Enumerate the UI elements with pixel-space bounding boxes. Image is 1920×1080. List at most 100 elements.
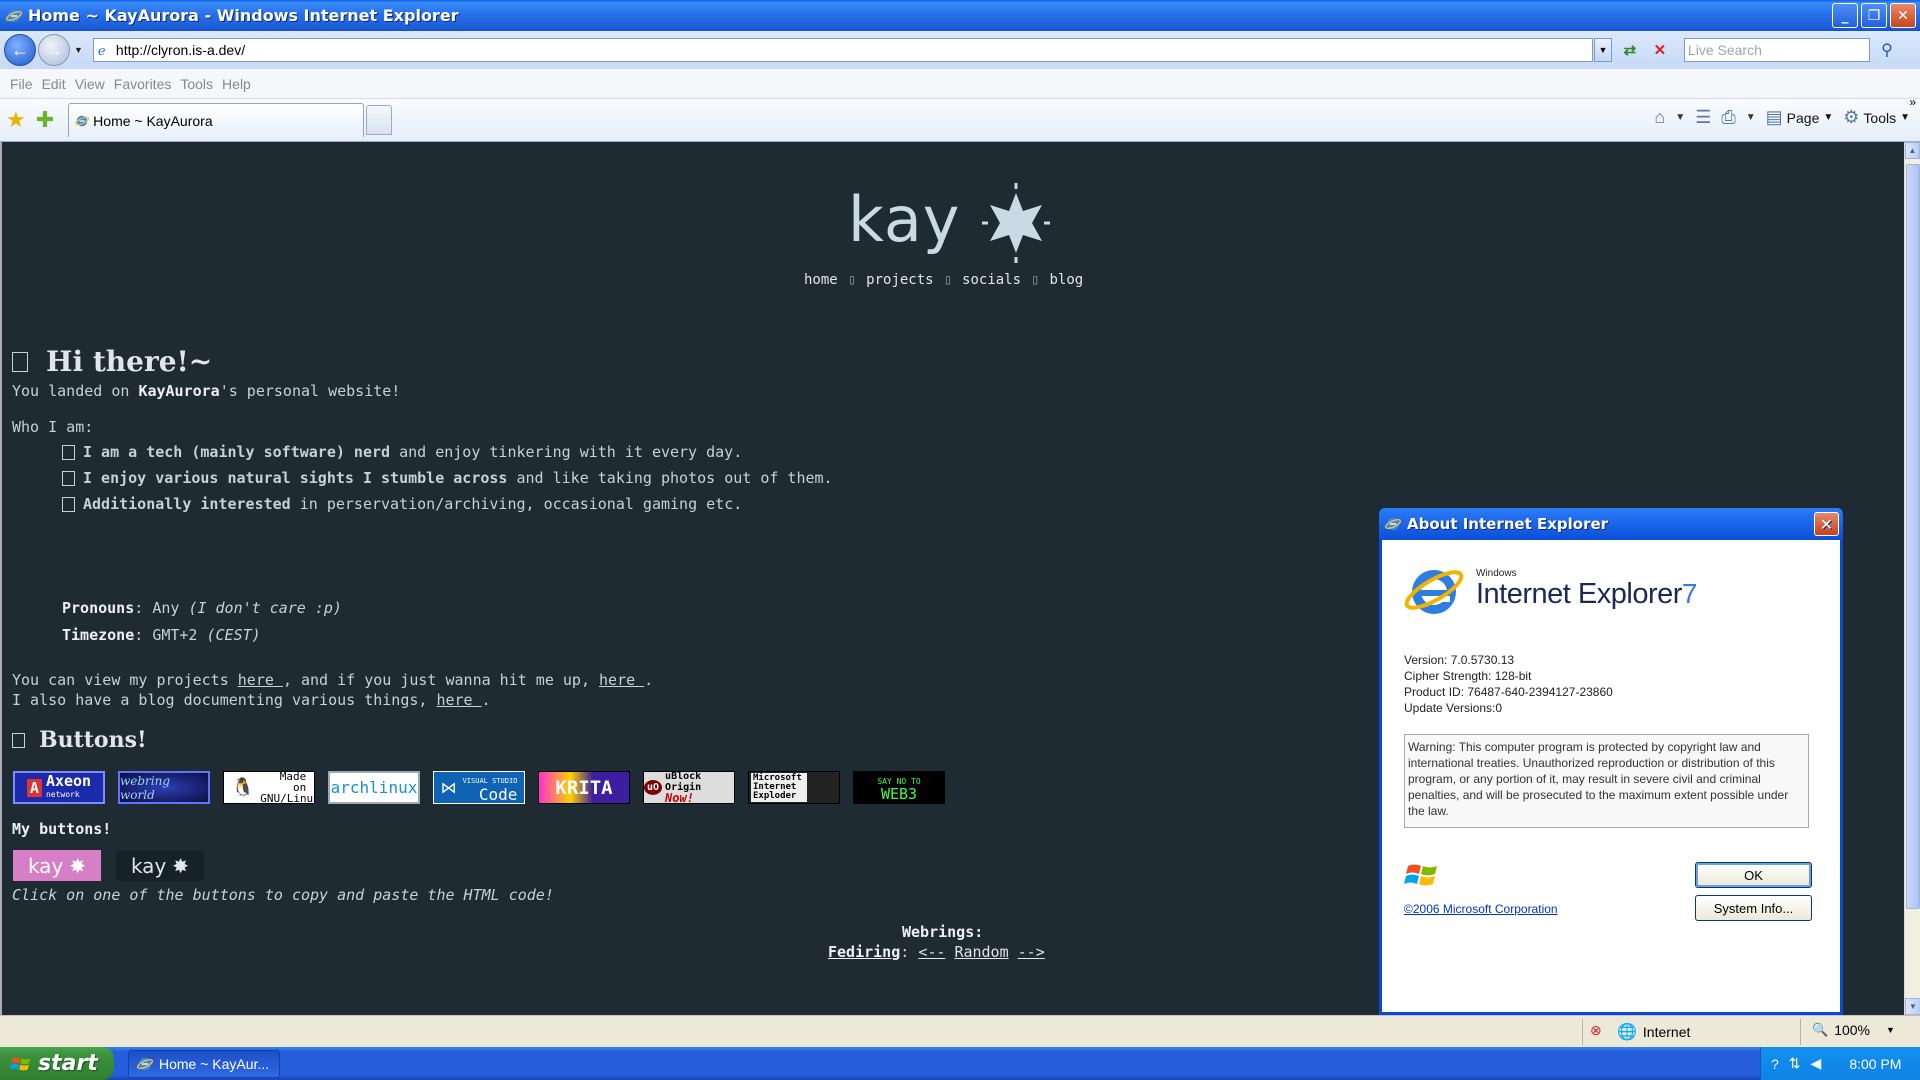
print-icon[interactable]: ⎙: [1721, 107, 1735, 128]
dialog-body: Windows Internet Explorer7 Version: 7.0.…: [1382, 540, 1840, 1012]
nav-blog-link[interactable]: blog: [1049, 272, 1083, 288]
toolbar-overflow-chevron-icon[interactable]: »: [1909, 95, 1916, 109]
webrings-label: Webrings:: [902, 923, 984, 941]
nav-socials-link[interactable]: socials: [962, 272, 1021, 288]
intro-name: KayAurora: [138, 382, 220, 400]
fediring-prev-link[interactable]: <--: [918, 943, 945, 961]
fediring-next-link[interactable]: -->: [1018, 943, 1045, 961]
recent-pages-dropdown[interactable]: ▼: [74, 45, 83, 55]
window-title: Home ~ KayAurora - Windows Internet Expl…: [28, 6, 459, 25]
address-url: http://clyron.is-a.dev/: [115, 42, 246, 58]
home-icon[interactable]: ⌂: [1654, 107, 1665, 128]
about-dialog: About Internet Explorer ✕ Windows Intern…: [1379, 508, 1843, 1015]
system-info-button[interactable]: System Info...: [1695, 895, 1812, 921]
web3-badge[interactable]: SAY NO TO WEB3: [853, 771, 945, 804]
menu-tools[interactable]: Tools: [180, 76, 213, 92]
tools-menu-button[interactable]: ⚙ Tools ▼: [1843, 107, 1910, 128]
product-id-text: Product ID: 76487-640-2394127-23860: [1404, 685, 1613, 699]
clock[interactable]: 8:00 PM: [1849, 1056, 1901, 1072]
start-button[interactable]: start: [0, 1047, 114, 1080]
projects-link[interactable]: here: [238, 671, 283, 689]
bullet-bold: I enjoy various natural sights I stumble…: [83, 469, 508, 487]
menu-help[interactable]: Help: [222, 76, 251, 92]
nav-home-link[interactable]: home: [804, 272, 838, 288]
add-favorites-star-icon[interactable]: ✚: [36, 107, 54, 133]
print-dropdown-icon[interactable]: ▼: [1746, 112, 1756, 123]
forward-arrow-icon: →: [45, 39, 63, 60]
volume-icon[interactable]: ◀: [1811, 1055, 1822, 1072]
search-button[interactable]: ⚲: [1874, 38, 1900, 62]
taskbar-ie-label: Home ~ KayAur...: [159, 1056, 270, 1072]
menu-file[interactable]: File: [10, 76, 33, 92]
scroll-down-arrow-icon[interactable]: ▼: [1905, 998, 1920, 1015]
vscode-badge[interactable]: ⋈ VISUAL STUDIO Code: [433, 771, 525, 804]
home-dropdown-icon[interactable]: ▼: [1675, 112, 1685, 123]
page-heading: Hi there!~: [12, 345, 212, 378]
copyright-link[interactable]: ©2006 Microsoft Corporation: [1404, 902, 1558, 916]
warning-textbox[interactable]: Warning: This computer program is protec…: [1404, 734, 1809, 828]
kay-pink-button[interactable]: kay ✸: [13, 850, 101, 881]
vertical-scrollbar[interactable]: ▲ ▼: [1904, 142, 1920, 1015]
back-button[interactable]: ←: [4, 34, 36, 66]
timezone-label: Timezone: [62, 626, 135, 644]
address-dropdown-button[interactable]: ▼: [1593, 38, 1612, 62]
fediring-random-link[interactable]: Random: [954, 943, 1008, 961]
intro-line: You landed on KayAurora's personal websi…: [12, 382, 400, 400]
menu-view[interactable]: View: [75, 76, 105, 92]
refresh-button[interactable]: ⇄: [1618, 38, 1642, 62]
ie-icon: [1385, 518, 1401, 530]
site-logo[interactable]: kay: [848, 183, 1050, 265]
scroll-up-arrow-icon[interactable]: ▲: [1905, 142, 1920, 159]
archlinux-badge[interactable]: archlinux: [328, 771, 420, 804]
bullet-rest: and like taking photos out of them.: [507, 469, 833, 487]
menu-edit[interactable]: Edit: [42, 76, 66, 92]
protected-mode-icon[interactable]: ⊗: [1590, 1022, 1602, 1039]
axeon-badge[interactable]: A Axeon network: [13, 771, 105, 804]
missing-glyph-icon: [12, 351, 28, 372]
ublock-shield-icon: uO: [644, 780, 663, 795]
taskbar-ie-window[interactable]: Home ~ KayAur...: [128, 1050, 280, 1078]
webring-badge[interactable]: webring world: [118, 771, 210, 804]
contact-link[interactable]: here: [599, 671, 644, 689]
minimize-button[interactable]: _: [1832, 3, 1858, 28]
address-input[interactable]: ℯ http://clyron.is-a.dev/: [92, 38, 1593, 62]
webring-text: webring world: [120, 773, 171, 802]
dialog-close-button[interactable]: ✕: [1814, 512, 1839, 536]
zoom-control[interactable]: 🔍 100% ▼: [1812, 1022, 1895, 1038]
ie-icon: [137, 1058, 153, 1070]
timezone-line: Timezone: GMT+2 (CEST): [62, 626, 261, 644]
stop-button[interactable]: ✕: [1648, 38, 1672, 62]
status-bar: ⊗ 🌐 Internet 🔍 100% ▼: [0, 1015, 1920, 1047]
bullet-bold: Additionally interested: [83, 495, 291, 513]
menu-favorites[interactable]: Favorites: [114, 76, 172, 92]
timezone-note: (CEST): [206, 626, 261, 644]
favorites-center-star-icon[interactable]: ★: [6, 107, 26, 133]
fediring-label[interactable]: Fediring: [828, 943, 900, 961]
maximize-button[interactable]: ❐: [1861, 3, 1887, 28]
msie-badge[interactable]: Microsoft Internet Exploder: [748, 771, 840, 804]
nav-projects-link[interactable]: projects: [866, 272, 933, 288]
blog-link[interactable]: here: [436, 691, 481, 709]
list-item: I enjoy various natural sights I stumble…: [62, 469, 833, 487]
ublock-badge[interactable]: uO uBlock Origin Now!: [643, 771, 735, 804]
network-icon[interactable]: ⇅: [1789, 1055, 1801, 1072]
search-input[interactable]: Live Search: [1683, 38, 1870, 62]
krita-badge[interactable]: KRITA: [538, 771, 630, 804]
gear-icon: ⚙: [1843, 107, 1860, 127]
gnu-linux-badge[interactable]: 🐧 Made on GNU/Linux: [223, 771, 315, 804]
tab-home[interactable]: Home ~ KayAurora: [68, 103, 365, 137]
forward-button[interactable]: →: [38, 34, 70, 66]
copy-hint: Click on one of the buttons to copy and …: [12, 886, 554, 904]
close-button[interactable]: ✕: [1890, 3, 1916, 28]
kay-dark-button[interactable]: kay ✸: [116, 850, 204, 881]
new-tab-button[interactable]: [366, 105, 393, 135]
bullet-rest: in perservation/archiving, occasional ga…: [290, 495, 743, 513]
security-zone[interactable]: 🌐 Internet: [1617, 1022, 1690, 1042]
ie-icon: [75, 115, 90, 126]
feeds-icon[interactable]: ☰: [1695, 107, 1711, 128]
page-menu-button[interactable]: ▤ Page ▼: [1766, 107, 1834, 128]
vscode-icon: ⋈: [440, 778, 457, 797]
scrollbar-thumb[interactable]: [1906, 164, 1920, 909]
ok-button[interactable]: OK: [1695, 862, 1812, 888]
help-icon[interactable]: ?: [1771, 1056, 1779, 1072]
